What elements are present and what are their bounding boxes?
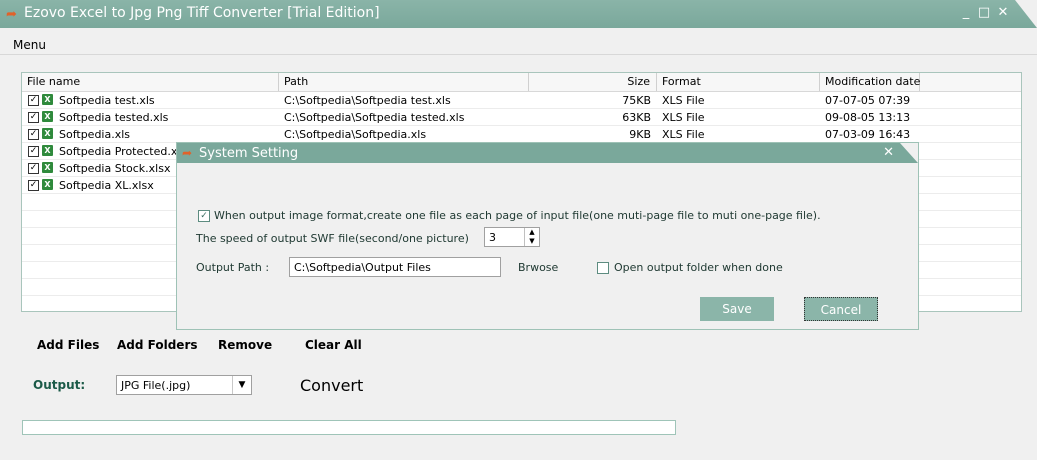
minimize-button[interactable]: _ — [958, 5, 974, 20]
swf-speed-value: 3 — [489, 231, 496, 244]
window-title: Ezovo Excel to Jpg Png Tiff Converter [T… — [24, 5, 380, 21]
column-header-format[interactable]: Format — [657, 73, 820, 91]
output-path-field[interactable]: C:\Softpedia\Output Files — [289, 257, 501, 277]
swf-speed-stepper[interactable]: 3 ▲ ▼ — [484, 227, 540, 247]
column-header-size[interactable]: Size — [529, 73, 657, 91]
row-checkbox[interactable]: ✓ — [28, 163, 39, 174]
system-setting-dialog: ➦ System Setting ✕ ✓ When output image f… — [176, 142, 919, 330]
browse-button[interactable]: Brwose — [518, 261, 558, 274]
dialog-title: System Setting — [199, 146, 299, 161]
path-cell: C:\Softpedia\Softpedia test.xls — [284, 94, 451, 107]
row-checkbox[interactable]: ✓ — [28, 95, 39, 106]
one-file-per-page-checkbox[interactable]: ✓ — [198, 210, 210, 222]
stepper-down-icon[interactable]: ▼ — [525, 237, 539, 246]
row-checkbox[interactable]: ✓ — [28, 129, 39, 140]
output-format-select[interactable]: JPG File(.jpg) ▼ — [116, 375, 252, 395]
output-label: Output: — [33, 378, 86, 392]
one-file-per-page-label: When output image format,create one file… — [214, 209, 821, 222]
open-folder-label: Open output folder when done — [614, 261, 783, 274]
chevron-down-icon[interactable]: ▼ — [232, 376, 251, 394]
date-cell: 07-03-09 16:43 — [825, 128, 911, 141]
table-row[interactable]: ✓ X Softpedia tested.xls C:\Softpedia\So… — [22, 109, 1021, 126]
date-cell: 07-07-05 07:39 — [825, 94, 911, 107]
file-name-cell: Softpedia.xls — [59, 128, 131, 141]
clear-all-button[interactable]: Clear All — [305, 338, 362, 352]
menu-bar: Menu — [0, 34, 1037, 55]
progress-bar — [22, 420, 676, 435]
file-name-cell: Softpedia Stock.xlsx — [59, 162, 171, 175]
row-checkbox[interactable]: ✓ — [28, 146, 39, 157]
excel-file-icon: X — [42, 94, 53, 105]
column-header-file-name[interactable]: File name — [22, 73, 279, 91]
close-button[interactable]: ✕ — [995, 5, 1011, 20]
excel-file-icon: X — [42, 179, 53, 190]
format-cell: XLS File — [662, 111, 705, 124]
table-row[interactable]: ✓ X Softpedia test.xls C:\Softpedia\Soft… — [22, 92, 1021, 109]
maximize-button[interactable]: □ — [976, 5, 992, 20]
output-path-label: Output Path : — [196, 261, 270, 274]
size-cell: 75KB — [622, 94, 651, 107]
path-cell: C:\Softpedia\Softpedia tested.xls — [284, 111, 465, 124]
menu-item[interactable]: Menu — [13, 38, 46, 52]
title-bar: ➦ Ezovo Excel to Jpg Png Tiff Converter … — [0, 0, 1037, 28]
file-list-header: File name Path Size Format Modification … — [22, 73, 1021, 92]
save-button[interactable]: Save — [700, 297, 774, 321]
add-folders-button[interactable]: Add Folders — [117, 338, 198, 352]
size-cell: 63KB — [622, 111, 651, 124]
row-checkbox[interactable]: ✓ — [28, 112, 39, 123]
path-cell: C:\Softpedia\Softpedia.xls — [284, 128, 427, 141]
excel-file-icon: X — [42, 128, 53, 139]
output-format-value: JPG File(.jpg) — [121, 379, 191, 392]
excel-file-icon: X — [42, 145, 53, 156]
dialog-title-bar: ➦ System Setting ✕ — [177, 143, 918, 163]
convert-button[interactable]: Convert — [300, 376, 363, 395]
excel-file-icon: X — [42, 162, 53, 173]
size-cell: 9KB — [629, 128, 651, 141]
cancel-button[interactable]: Cancel — [804, 297, 878, 321]
swf-speed-label: The speed of output SWF file(second/one … — [196, 232, 469, 245]
stepper-up-icon[interactable]: ▲ — [525, 228, 539, 237]
add-files-button[interactable]: Add Files — [37, 338, 99, 352]
column-header-path[interactable]: Path — [279, 73, 529, 91]
open-folder-checkbox[interactable] — [597, 262, 609, 274]
app-icon: ➦ — [6, 7, 17, 22]
stepper-buttons[interactable]: ▲ ▼ — [524, 228, 539, 246]
format-cell: XLS File — [662, 94, 705, 107]
remove-button[interactable]: Remove — [218, 338, 272, 352]
file-name-cell: Softpedia test.xls — [59, 94, 155, 107]
row-checkbox[interactable]: ✓ — [28, 180, 39, 191]
file-name-cell: Softpedia tested.xls — [59, 111, 169, 124]
file-name-cell: Softpedia XL.xlsx — [59, 179, 154, 192]
excel-file-icon: X — [42, 111, 53, 122]
dialog-app-icon: ➦ — [182, 146, 193, 160]
dialog-close-button[interactable]: ✕ — [883, 145, 894, 160]
table-row[interactable]: ✓ X Softpedia.xls C:\Softpedia\Softpedia… — [22, 126, 1021, 143]
format-cell: XLS File — [662, 128, 705, 141]
column-header-modification-date[interactable]: Modification date — [820, 73, 920, 91]
file-name-cell: Softpedia Protected.xlsx — [59, 145, 193, 158]
date-cell: 09-08-05 13:13 — [825, 111, 911, 124]
